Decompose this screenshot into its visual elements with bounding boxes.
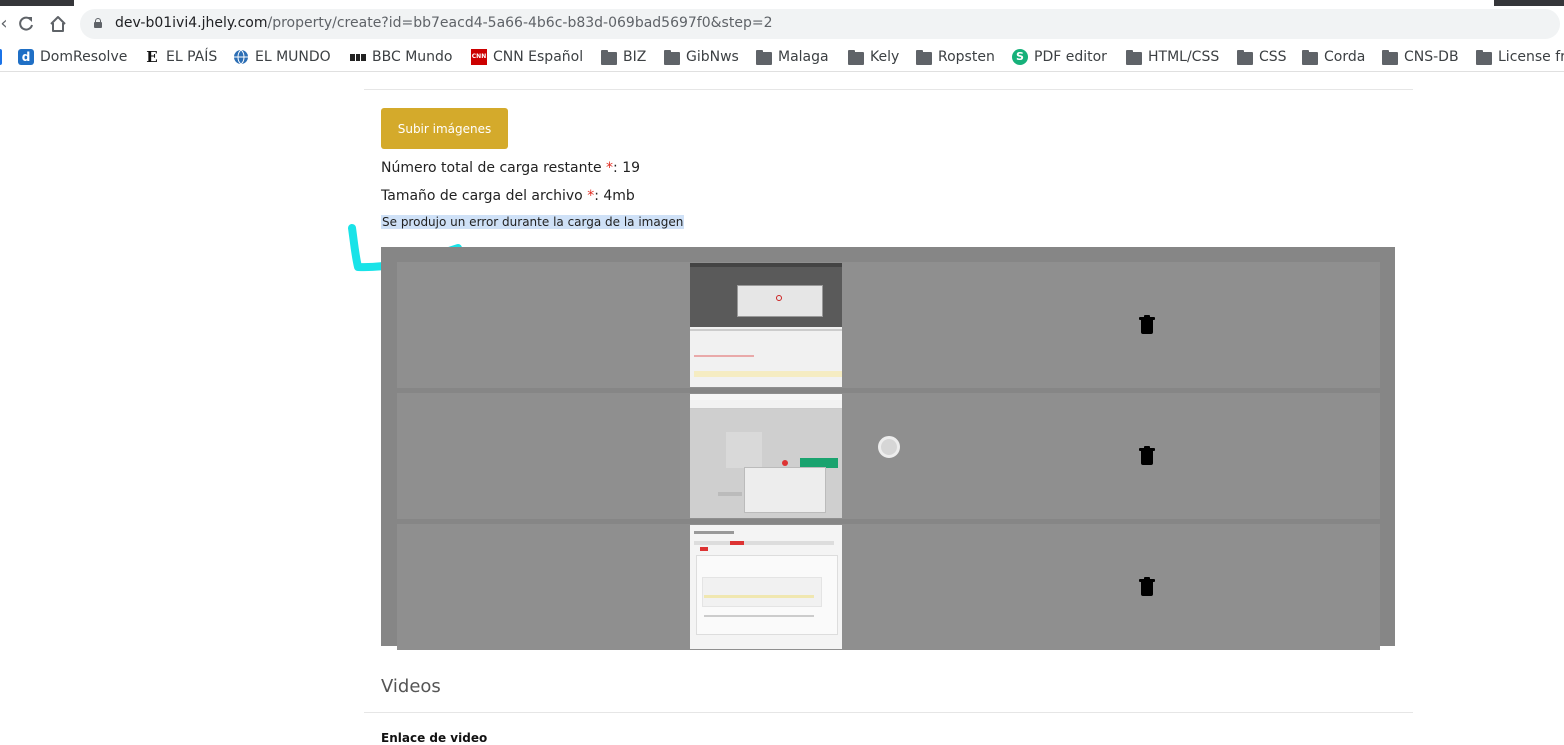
folder-icon <box>916 49 932 65</box>
delete-image-2-icon[interactable] <box>1139 446 1155 465</box>
back-icon[interactable]: ‹ <box>0 14 14 34</box>
home-icon[interactable] <box>48 14 68 34</box>
bookmark-label: BIZ <box>623 49 647 65</box>
lock-icon <box>94 18 102 28</box>
globe-icon <box>233 49 249 65</box>
image-thumbnail[interactable] <box>690 394 842 518</box>
bookmarks-bar: d DomResolve E EL PAÍS EL MUNDO BBC Mund… <box>0 42 1564 72</box>
address-bar[interactable]: dev-b01ivi4.jhely.com/property/create?id… <box>80 9 1560 39</box>
bookmark-label: BBC Mundo <box>372 49 453 65</box>
bookmark-kely[interactable]: Kely <box>848 48 899 66</box>
folder-icon <box>1302 49 1318 65</box>
upload-images-button[interactable]: Subir imágenes <box>381 108 508 149</box>
cursor-indicator <box>878 436 900 458</box>
el-pais-icon: E <box>146 48 158 66</box>
bookmark-label: License fr <box>1498 49 1564 65</box>
gallery-row <box>397 524 1380 650</box>
bookmark-cnn-espanol[interactable]: CNN CNN Español <box>471 48 583 66</box>
url-path: /property/create?id=bb7eacd4-5a66-4b6c-b… <box>267 15 773 31</box>
size-label: Tamaño de carga del archivo <box>381 188 588 204</box>
bookmark-label: DomResolve <box>40 49 128 65</box>
folder-icon <box>1382 49 1398 65</box>
browser-toolbar: ‹ dev-b01ivi4.jhely.com/property/create?… <box>0 6 1564 42</box>
bookmark-malaga[interactable]: Malaga <box>756 48 829 66</box>
bookmark-css[interactable]: CSS <box>1237 48 1287 66</box>
domresolve-icon: d <box>18 49 34 65</box>
cnn-icon: CNN <box>471 49 487 65</box>
bookmark-label: Corda <box>1324 49 1366 65</box>
delete-image-1-icon[interactable] <box>1139 315 1155 334</box>
bookmark-pdf-editor[interactable]: S PDF editor <box>1012 48 1107 66</box>
bookmark-label: CNN Español <box>493 49 584 65</box>
divider <box>364 712 1413 713</box>
folder-icon <box>756 49 772 65</box>
reload-icon[interactable] <box>16 14 36 34</box>
pdf-editor-icon: S <box>1012 49 1028 65</box>
bookmark-label: Kely <box>870 49 900 65</box>
divider <box>364 89 1413 90</box>
folder-icon <box>601 49 617 65</box>
video-link-label: Enlace de video <box>381 731 488 745</box>
remaining-label: Número total de carga restante <box>381 160 607 176</box>
bookmark-gibnws[interactable]: GibNws <box>664 48 739 66</box>
folder-icon <box>1237 49 1253 65</box>
bookmark-corda[interactable]: Corda <box>1302 48 1365 66</box>
url-host: dev-b01ivi4.jhely.com <box>115 15 268 31</box>
bookmark-html-css[interactable]: HTML/CSS <box>1126 48 1219 66</box>
remaining-value: : 19 <box>613 160 641 176</box>
bookmark-bbc-mundo[interactable]: BBC Mundo <box>350 48 452 66</box>
bookmark-ropsten[interactable]: Ropsten <box>916 48 995 66</box>
page-content: Subir imágenes Número total de carga res… <box>0 72 1564 745</box>
upload-size: Tamaño de carga del archivo *: 4mb <box>381 188 635 204</box>
bookmark-label: HTML/CSS <box>1148 49 1220 65</box>
folder-icon <box>1126 49 1142 65</box>
bookmark-partial-icon[interactable] <box>0 48 2 66</box>
remaining-uploads: Número total de carga restante *: 19 <box>381 160 640 176</box>
bookmark-label: CSS <box>1259 49 1287 65</box>
bookmark-el-mundo[interactable]: EL MUNDO <box>233 48 331 66</box>
bookmark-label: EL PAÍS <box>166 49 218 65</box>
bookmark-el-pais[interactable]: E EL PAÍS <box>144 48 217 66</box>
folder-icon <box>1476 49 1492 65</box>
bookmark-label: Malaga <box>778 49 829 65</box>
delete-image-3-icon[interactable] <box>1139 577 1155 596</box>
bookmark-license[interactable]: License fr <box>1476 48 1564 66</box>
image-gallery <box>381 247 1395 650</box>
gallery-row <box>397 262 1380 388</box>
bookmark-label: EL MUNDO <box>255 49 331 65</box>
image-thumbnail[interactable] <box>690 263 842 387</box>
url-text[interactable]: dev-b01ivi4.jhely.com/property/create?id… <box>115 15 772 31</box>
size-value: : 4mb <box>594 188 635 204</box>
bookmark-cns-db[interactable]: CNS-DB <box>1382 48 1459 66</box>
image-thumbnail[interactable] <box>690 525 842 649</box>
folder-icon <box>848 49 864 65</box>
bookmark-domresolve[interactable]: d DomResolve <box>18 48 127 66</box>
bookmark-label: GibNws <box>686 49 739 65</box>
videos-heading: Videos <box>381 676 441 697</box>
required-mark: * <box>606 160 614 176</box>
bookmark-biz[interactable]: BIZ <box>601 48 646 66</box>
folder-icon <box>664 49 680 65</box>
bbc-icon <box>350 49 367 65</box>
bookmark-label: Ropsten <box>938 49 995 65</box>
bookmark-label: PDF editor <box>1034 49 1107 65</box>
bookmark-label: CNS-DB <box>1404 49 1459 65</box>
